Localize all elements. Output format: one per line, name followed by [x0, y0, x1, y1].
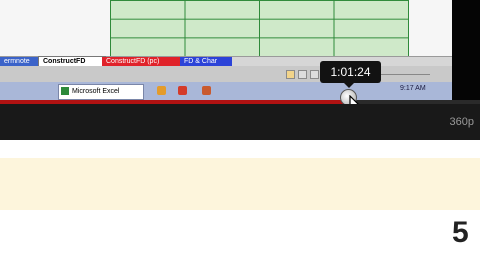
excel-icon: [61, 87, 69, 96]
page-layout-icon: [298, 70, 307, 79]
page-break-icon: [310, 70, 319, 79]
spreadsheet-grid: [110, 0, 409, 57]
windows-taskbar: Microsoft Excel 9:17 AM: [0, 82, 452, 100]
tray-icon: [202, 86, 211, 95]
tray-icon: [178, 86, 187, 95]
quality-selector[interactable]: 360p: [450, 116, 474, 128]
notice-banner: [0, 158, 480, 210]
video-player[interactable]: ermnote ConstructFD ConstructFD (pc) FD …: [0, 0, 480, 104]
taskbar-excel-button: Microsoft Excel: [58, 84, 144, 100]
excel-status-bar: [0, 66, 452, 82]
player-controls-bar: 360p: [0, 104, 480, 140]
time-tooltip: 1:01:24: [320, 61, 381, 88]
tray-icon: [157, 86, 166, 95]
taskbar-excel-label: Microsoft Excel: [72, 88, 120, 95]
video-frame: ermnote ConstructFD ConstructFD (pc) FD …: [0, 0, 452, 100]
mouse-cursor-icon: [349, 95, 359, 104]
count-number: 5: [452, 216, 469, 249]
normal-view-icon: [286, 70, 295, 79]
page-gap: [0, 140, 480, 158]
taskbar-clock: 9:17 AM: [400, 85, 426, 92]
